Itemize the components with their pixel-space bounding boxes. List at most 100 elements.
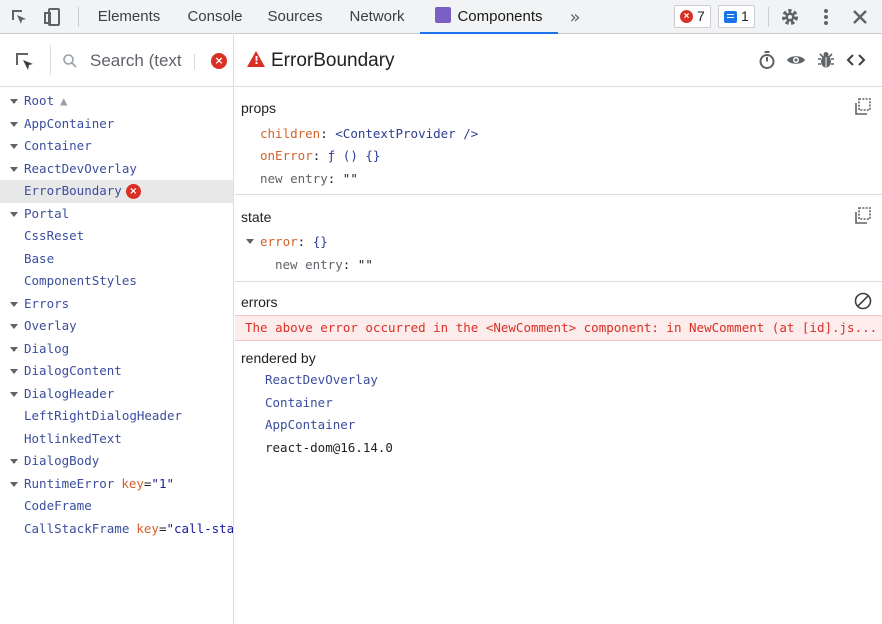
expand-caret-icon[interactable] <box>10 459 18 464</box>
tree-item-label: DialogBody <box>24 453 100 468</box>
tree-item[interactable]: AppContainer <box>0 113 233 136</box>
view-source-icon[interactable] <box>845 49 867 71</box>
tab-elements[interactable]: Elements <box>86 0 172 34</box>
tree-item-label: CssReset <box>24 228 85 243</box>
expand-caret-icon[interactable] <box>10 324 18 329</box>
tree-item[interactable]: Root ▲ <box>0 90 233 113</box>
tree-item-label: DialogContent <box>24 363 122 378</box>
tree-item[interactable]: Portal <box>0 203 233 226</box>
tree-item[interactable]: DialogContent <box>0 360 233 383</box>
expand-caret-icon[interactable] <box>10 121 18 127</box>
tab-network[interactable]: Network <box>336 0 418 34</box>
search-input[interactable] <box>90 49 185 73</box>
copy-state-icon[interactable] <box>854 207 872 225</box>
tree-item-label: Base <box>24 250 55 266</box>
tree-item[interactable]: ComponentStyles <box>0 270 233 293</box>
search-icon <box>62 53 78 69</box>
message-count-badge[interactable]: 1 <box>718 5 755 28</box>
divider <box>50 45 51 75</box>
tree-item-label: LeftRightDialogHeader <box>24 408 183 423</box>
tree-item[interactable]: Container <box>0 135 233 158</box>
error-filter-icon[interactable]: × <box>211 53 227 69</box>
settings-gear-icon[interactable] <box>779 6 801 28</box>
clear-errors-icon[interactable] <box>854 292 872 310</box>
expand-caret-icon[interactable] <box>246 239 254 244</box>
inspect-dom-eye-icon[interactable] <box>785 49 807 71</box>
tree-item-label: ReactDevOverlay <box>24 160 137 176</box>
select-element-icon[interactable] <box>14 51 36 73</box>
error-message[interactable]: The above error occurred in the <NewComm… <box>235 315 882 341</box>
tree-item[interactable]: ErrorBoundary × <box>0 180 233 203</box>
tab-console[interactable]: Console <box>174 0 256 34</box>
tree-item[interactable]: Overlay <box>0 315 233 338</box>
tree-item[interactable]: CodeFrame <box>0 495 233 518</box>
tree-item-key: key <box>121 475 144 491</box>
more-tabs-icon[interactable]: » <box>564 6 586 28</box>
component-tree: Root ▲ AppContainer Container ReactDevOverla… <box>0 87 233 540</box>
message-count: 1 <box>741 8 749 24</box>
tree-item-label: RuntimeError <box>24 475 115 491</box>
tree-item-label: AppContainer <box>24 115 115 131</box>
expand-caret-icon[interactable] <box>10 481 18 487</box>
error-warning-icon <box>247 51 265 67</box>
react-components-icon <box>435 7 452 23</box>
state-title: state <box>241 209 272 225</box>
tree-item-key: key <box>136 520 159 536</box>
errors-section: errors The above error occurred in the <… <box>235 282 882 582</box>
error-icon: × <box>125 184 141 199</box>
expand-caret-icon[interactable] <box>10 144 18 149</box>
expand-caret-icon[interactable] <box>10 346 18 352</box>
owner-link[interactable]: ReactDevOverlay <box>265 372 378 387</box>
tree-item[interactable]: LeftRightDialogHeader <box>0 405 233 428</box>
tree-item-label: HotlinkedText <box>24 430 122 446</box>
prop-new-entry[interactable]: new entry: "" <box>260 171 358 186</box>
expand-caret-icon[interactable] <box>10 211 18 217</box>
owner-link[interactable]: AppContainer <box>265 417 355 432</box>
expand-caret-icon[interactable] <box>10 391 18 397</box>
tree-item[interactable]: Errors <box>0 293 233 316</box>
tree-toolbar: × <box>0 35 233 87</box>
tree-item[interactable]: ReactDevOverlay <box>0 158 233 181</box>
errors-title: errors <box>241 294 278 310</box>
inspect-element-icon[interactable] <box>8 6 30 28</box>
prop-children[interactable]: children: <ContextProvider /> <box>260 126 478 141</box>
error-count: 7 <box>697 8 705 24</box>
close-icon[interactable] <box>849 6 871 28</box>
tree-item[interactable]: CssReset <box>0 225 233 248</box>
log-to-console-bug-icon[interactable] <box>815 49 837 71</box>
tree-item[interactable]: DialogHeader <box>0 383 233 406</box>
tree-item[interactable]: RuntimeError key="1" <box>0 473 233 496</box>
tree-item-label: ErrorBoundary <box>24 183 122 198</box>
state-error[interactable]: error: {} <box>260 234 328 249</box>
state-section: state error: {} new entry: "" <box>235 195 882 282</box>
stopwatch-icon[interactable] <box>756 49 778 71</box>
tree-item-key-value: "1" <box>151 475 174 491</box>
expand-caret-icon[interactable] <box>10 301 18 307</box>
tree-item-label: ComponentStyles <box>24 273 137 288</box>
copy-props-icon[interactable] <box>854 98 872 116</box>
tab-components[interactable]: Components <box>420 0 558 34</box>
tab-sources[interactable]: Sources <box>258 0 332 34</box>
tree-item-label: CallStackFrame <box>24 520 130 536</box>
expand-caret-icon[interactable] <box>10 369 18 374</box>
owner-link[interactable]: Container <box>265 395 333 410</box>
expand-caret-icon[interactable] <box>10 99 18 104</box>
divider <box>768 7 769 27</box>
expand-caret-icon[interactable] <box>10 166 18 172</box>
error-count-badge[interactable]: × 7 <box>674 5 711 28</box>
more-options-icon[interactable] <box>815 6 837 28</box>
props-section: props children: <ContextProvider /> onEr… <box>235 87 882 195</box>
state-new-entry[interactable]: new entry: "" <box>275 257 373 272</box>
device-toolbar-icon[interactable] <box>42 6 64 28</box>
tree-item[interactable]: Dialog <box>0 338 233 361</box>
tree-item[interactable]: Base <box>0 248 233 271</box>
selected-component-title: ErrorBoundary <box>271 50 395 71</box>
prop-onerror[interactable]: onError: ƒ () {} <box>260 148 380 163</box>
tree-item[interactable]: CallStackFrame key="call-sta <box>0 518 233 541</box>
tree-item-label: Overlay <box>24 318 77 333</box>
tree-item-label: Portal <box>24 205 70 221</box>
error-icon: × <box>680 10 693 23</box>
tree-item[interactable]: HotlinkedText <box>0 428 233 451</box>
tree-item[interactable]: DialogBody <box>0 450 233 473</box>
divider <box>78 7 79 27</box>
